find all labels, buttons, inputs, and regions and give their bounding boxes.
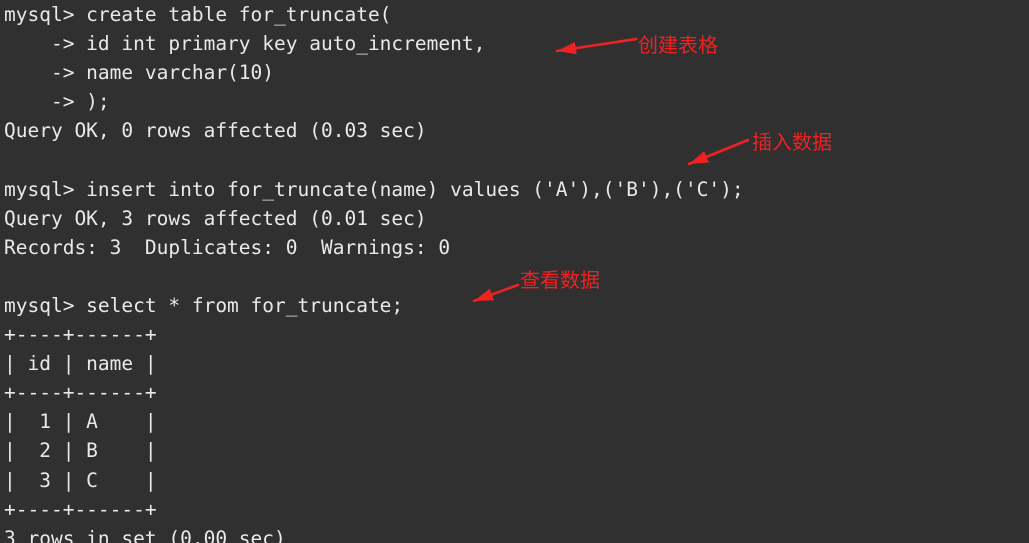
terminal-output[interactable]: mysql> create table for_truncate( -> id … bbox=[4, 0, 744, 543]
annotation-label-insert-data: 插入数据 bbox=[752, 130, 832, 154]
terminal-window: mysql> create table for_truncate( -> id … bbox=[0, 0, 1029, 543]
